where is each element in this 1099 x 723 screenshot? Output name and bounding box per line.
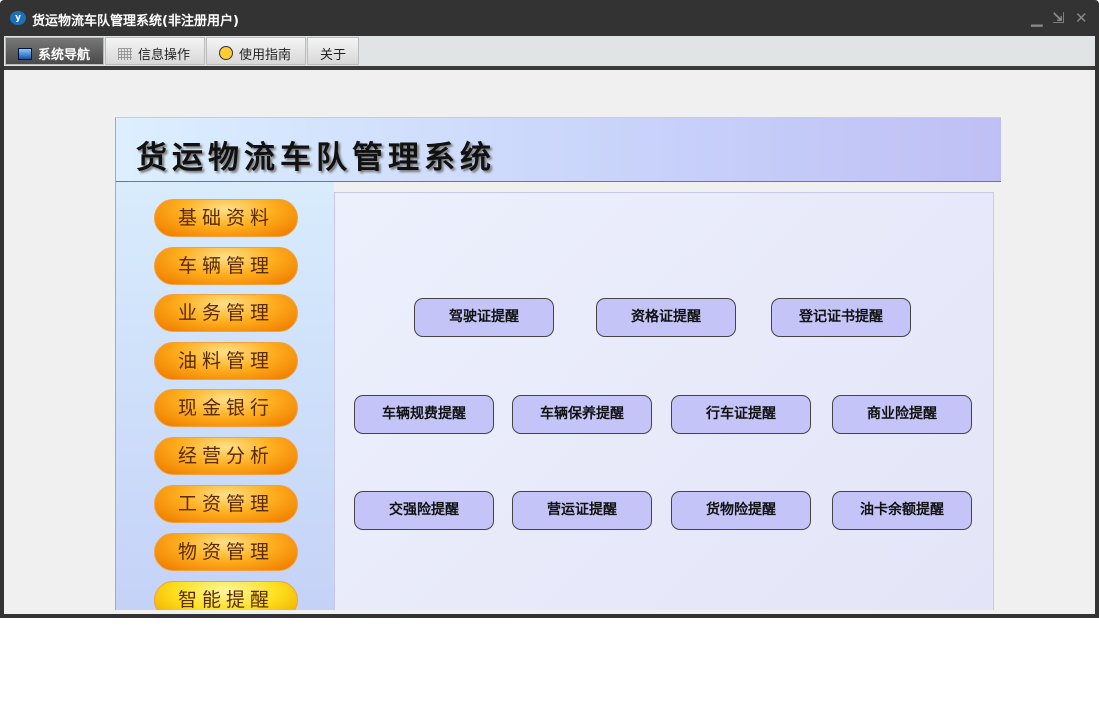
panel-header: 货运物流车队管理系统	[116, 118, 1001, 182]
tab-label: 信息操作	[138, 48, 191, 63]
panel-title: 货运物流车队管理系统	[136, 140, 496, 176]
tab-about[interactable]: 关于	[307, 37, 359, 65]
close-button[interactable]: ✕	[1075, 9, 1088, 27]
tab-system-nav[interactable]: 系统导航	[5, 37, 104, 65]
help-icon	[219, 46, 233, 60]
sidebar-item-cash-bank[interactable]: 现金银行	[154, 389, 298, 427]
tab-user-guide[interactable]: 使用指南	[206, 37, 306, 65]
tab-label: 系统导航	[38, 48, 91, 63]
grid-icon	[118, 48, 132, 60]
license-reminder-button[interactable]: 驾驶证提醒	[414, 298, 554, 337]
registration-reminder-button[interactable]: 登记证书提醒	[771, 298, 911, 337]
app-logo-icon: y	[10, 11, 26, 25]
driving-permit-reminder-button[interactable]: 行车证提醒	[671, 395, 811, 434]
restore-button[interactable]: ⇲	[1052, 9, 1065, 27]
title-bar: y 货运物流车队管理系统(非注册用户) ▁ ⇲ ✕	[0, 0, 1099, 36]
app-window: y 货运物流车队管理系统(非注册用户) ▁ ⇲ ✕ 系统导航 信息操作 使用指南…	[0, 0, 1099, 618]
sidebar-item-analysis[interactable]: 经营分析	[154, 437, 298, 475]
sidebar-item-vehicle-mgmt[interactable]: 车辆管理	[154, 247, 298, 285]
sidebar-item-fuel-mgmt[interactable]: 油料管理	[154, 342, 298, 380]
maintenance-reminder-button[interactable]: 车辆保养提醒	[512, 395, 652, 434]
content-area: 货运物流车队管理系统 基础资料 车辆管理 业务管理 油料管理 现金银行 经营分析…	[4, 70, 1095, 614]
monitor-icon	[18, 48, 32, 60]
sidebar-item-payroll[interactable]: 工资管理	[154, 485, 298, 523]
vehicle-fee-reminder-button[interactable]: 车辆规费提醒	[354, 395, 494, 434]
tab-bar: 系统导航 信息操作 使用指南 关于	[4, 36, 1095, 66]
operating-permit-reminder-button[interactable]: 营运证提醒	[512, 491, 652, 530]
minimize-button[interactable]: ▁	[1031, 9, 1043, 27]
tab-label: 关于	[320, 48, 347, 63]
sidebar-item-business-mgmt[interactable]: 业务管理	[154, 294, 298, 332]
window-title: 货运物流车队管理系统(非注册用户)	[32, 14, 239, 29]
reminder-area: 驾驶证提醒 资格证提醒 登记证书提醒 车辆规费提醒 车辆保养提醒 行车证提醒 商…	[334, 192, 994, 610]
sidebar-item-basic-data[interactable]: 基础资料	[154, 199, 298, 237]
sidebar: 基础资料 车辆管理 业务管理 油料管理 现金银行 经营分析 工资管理 物资管理 …	[116, 182, 334, 610]
fuel-card-balance-reminder-button[interactable]: 油卡余额提醒	[832, 491, 972, 530]
compulsory-insurance-reminder-button[interactable]: 交强险提醒	[354, 491, 494, 530]
qualification-reminder-button[interactable]: 资格证提醒	[596, 298, 736, 337]
sidebar-item-materials[interactable]: 物资管理	[154, 533, 298, 571]
tab-info-ops[interactable]: 信息操作	[105, 37, 205, 65]
commercial-insurance-reminder-button[interactable]: 商业险提醒	[832, 395, 972, 434]
cargo-insurance-reminder-button[interactable]: 货物险提醒	[671, 491, 811, 530]
tab-label: 使用指南	[239, 48, 292, 63]
nav-panel: 货运物流车队管理系统 基础资料 车辆管理 业务管理 油料管理 现金银行 经营分析…	[115, 117, 1001, 610]
sidebar-item-smart-reminder[interactable]: 智能提醒	[154, 581, 298, 610]
